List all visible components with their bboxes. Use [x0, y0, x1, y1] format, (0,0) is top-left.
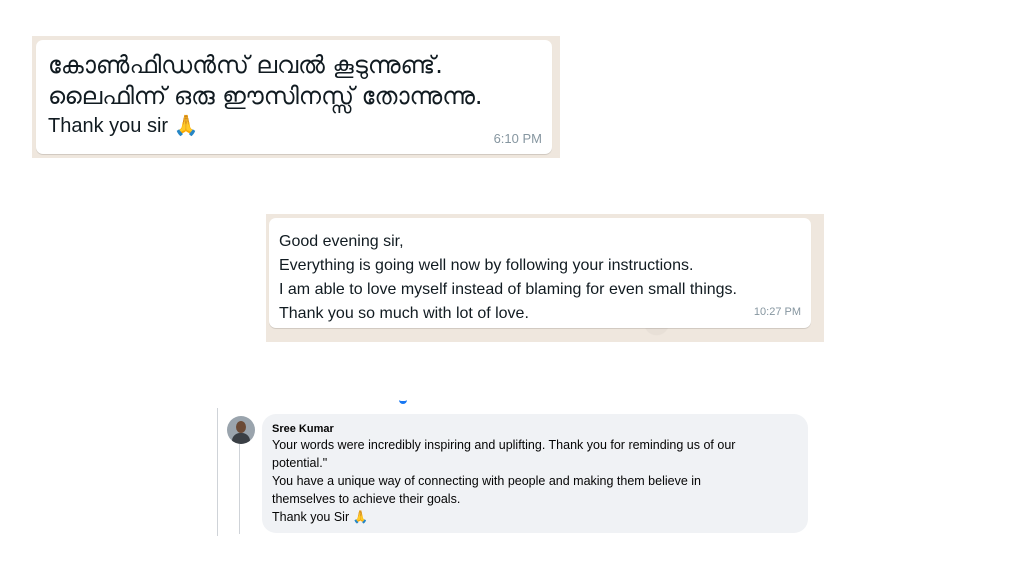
thread-line: [217, 408, 218, 536]
message-bubble: കോൺഫിഡൻസ് ലവൽ കൂടുന്നുണ്ട്. ലൈഫിന്ന് ഒരു…: [36, 40, 552, 154]
chat-screenshot-1: കോൺഫിഡൻസ് ലവൽ കൂടുന്നുണ്ട്. ലൈഫിന്ന് ഒരു…: [32, 36, 560, 158]
chat-screenshot-2: Good evening sir, Everything is going we…: [266, 214, 824, 342]
avatar-body: [232, 433, 250, 444]
comment-author[interactable]: Sree Kumar: [272, 422, 798, 436]
avatar-head: [236, 421, 246, 433]
comment-line: potential.": [272, 456, 328, 470]
message-line: Thank you so much with lot of love.: [279, 305, 529, 322]
message-line: Thank you sir 🙏: [48, 115, 199, 137]
message-bubble: Good evening sir, Everything is going we…: [269, 218, 811, 328]
message-line: കോൺഫിഡൻസ് ലവൽ കൂടുന്നുണ്ട്.: [48, 51, 443, 79]
message-timestamp: 10:27 PM: [753, 306, 801, 318]
message-timestamp: 6:10 PM: [493, 131, 542, 146]
comment-line: Your words were incredibly inspiring and…: [272, 438, 736, 452]
reaction-indicator: [399, 398, 407, 404]
reply-thread-line: [239, 444, 240, 534]
avatar[interactable]: [227, 416, 255, 444]
comment-screenshot: Sree Kumar Your words were incredibly in…: [214, 396, 814, 538]
message-line: Good evening sir,: [279, 233, 404, 250]
comment-line: Thank you Sir 🙏: [272, 510, 369, 524]
message-line: Everything is going well now by followin…: [279, 257, 694, 274]
message-line: ലൈഫിന്ന് ഒരു ഈസിനസ്സ് തോന്നുന്നു.: [48, 82, 483, 110]
comment-line: themselves to achieve their goals.: [272, 492, 461, 506]
message-line: I am able to love myself instead of blam…: [279, 281, 737, 298]
comment-line: You have a unique way of connecting with…: [272, 474, 701, 488]
comment-bubble: Sree Kumar Your words were incredibly in…: [262, 414, 808, 533]
